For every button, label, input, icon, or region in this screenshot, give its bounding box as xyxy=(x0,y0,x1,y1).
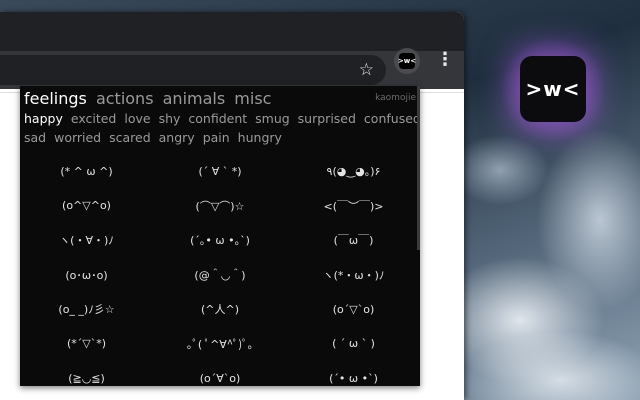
kaomoji-item[interactable]: (´• ω •`) xyxy=(287,361,420,386)
subcategory-row-1: happy excited love shy confident smug su… xyxy=(24,111,420,126)
tab-feelings[interactable]: feelings xyxy=(24,89,87,108)
subtab-surprised[interactable]: surprised xyxy=(298,111,356,126)
kaomoji-item[interactable]: ｡ﾟ( ﾟ^∀^ﾟ)ﾟ｡ xyxy=(153,327,287,362)
subtab-love[interactable]: love xyxy=(124,111,150,126)
kaomoji-item[interactable]: (´ ∀ ` *) xyxy=(153,154,287,189)
subtab-happy[interactable]: happy xyxy=(24,111,63,126)
kaomoji-grid: (* ^ ω ^) (´ ∀ ` *) ٩(◕‿◕｡)۶ (o^▽^o) (⌒▽… xyxy=(20,154,420,386)
subtab-shy[interactable]: shy xyxy=(159,111,181,126)
brand-label: kaomojie xyxy=(375,93,416,103)
kaomoji-item[interactable]: ٩(◕‿◕｡)۶ xyxy=(287,154,420,189)
category-tabs: feelings actions animals misc xyxy=(24,89,275,108)
kaomoji-item[interactable]: (o´∀`o) xyxy=(153,361,287,386)
kaomoji-item[interactable]: (≧◡≦) xyxy=(20,361,153,386)
popup-scrollbar[interactable] xyxy=(417,86,420,250)
extension-button[interactable]: >w< xyxy=(394,48,420,74)
kaomojie-extension-icon: >w< xyxy=(398,53,416,69)
subtab-worried[interactable]: worried xyxy=(54,130,101,145)
kaomoji-item[interactable]: ヽ(・∀・)ﾉ xyxy=(20,223,153,258)
subtab-confused[interactable]: confused xyxy=(364,111,420,126)
kaomoji-item[interactable]: (´｡• ω •｡`) xyxy=(153,223,287,258)
subtab-confident[interactable]: confident xyxy=(188,111,247,126)
tab-actions[interactable]: actions xyxy=(96,89,154,108)
kaomoji-item[interactable]: ヽ(*・ω・)ﾉ xyxy=(287,258,420,293)
subcategory-row-2: sad worried scared angry pain hungry xyxy=(24,130,286,145)
subtab-scared[interactable]: scared xyxy=(109,130,151,145)
subtab-excited[interactable]: excited xyxy=(71,111,117,126)
kaomoji-popup: feelings actions animals misc kaomojie h… xyxy=(20,86,420,386)
kaomojie-app-icon[interactable]: >w< xyxy=(520,56,586,122)
tab-strip xyxy=(0,12,464,51)
tab-animals[interactable]: animals xyxy=(163,89,226,108)
subtab-pain[interactable]: pain xyxy=(203,130,230,145)
subtab-hungry[interactable]: hungry xyxy=(238,130,282,145)
kaomoji-item[interactable]: (⌒▽⌒)☆ xyxy=(153,189,287,224)
subtab-smug[interactable]: smug xyxy=(255,111,290,126)
bookmark-star-icon[interactable]: ☆ xyxy=(359,59,374,81)
kaomoji-item[interactable]: (o_ _)ﾉ彡☆ xyxy=(20,292,153,327)
kaomoji-item[interactable]: (* ^ ω ^) xyxy=(20,154,153,189)
kaomoji-item[interactable]: (*´▽`*) xyxy=(20,327,153,362)
browser-menu-icon[interactable]: ⋮ xyxy=(436,50,454,70)
subtab-sad[interactable]: sad xyxy=(24,130,46,145)
kaomoji-item[interactable]: (o^▽^o) xyxy=(20,189,153,224)
address-bar[interactable]: ☆ xyxy=(0,55,386,85)
kaomoji-item[interactable]: (￣ω￣) xyxy=(287,223,420,258)
subtab-angry[interactable]: angry xyxy=(159,130,195,145)
tab-misc[interactable]: misc xyxy=(234,89,271,108)
kaomoji-item[interactable]: (@＾◡＾) xyxy=(153,258,287,293)
kaomoji-item[interactable]: <(￣︶￣)> xyxy=(287,189,420,224)
kaomoji-item[interactable]: (o･ω･o) xyxy=(20,258,153,293)
kaomoji-item[interactable]: (o´▽`o) xyxy=(287,292,420,327)
kaomoji-item[interactable]: ( ´ ω ` ) xyxy=(287,327,420,362)
kaomoji-item[interactable]: (^人^) xyxy=(153,292,287,327)
